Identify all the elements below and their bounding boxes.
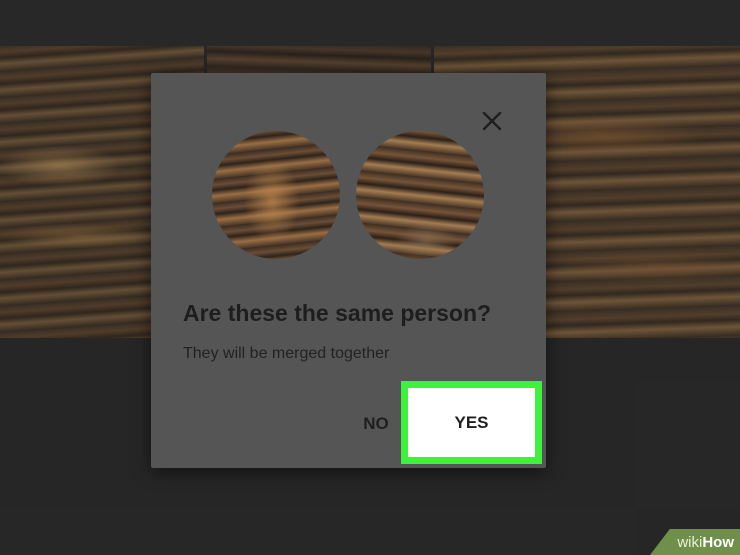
merge-faces-dialog: Are these the same person? They will be … <box>151 73 546 468</box>
no-button[interactable]: NO <box>352 408 400 440</box>
face-thumbnail-left <box>212 131 340 259</box>
yes-button[interactable]: YES <box>401 381 542 464</box>
close-icon <box>482 111 502 131</box>
dialog-title: Are these the same person? <box>183 300 492 326</box>
close-button[interactable] <box>478 107 506 135</box>
watermark-wiki: wiki <box>677 533 703 551</box>
watermark-how: How <box>702 533 734 551</box>
dialog-subtitle: They will be merged together <box>183 345 390 362</box>
face-thumbnail-right <box>356 131 484 259</box>
yes-button-label: YES <box>454 412 489 432</box>
